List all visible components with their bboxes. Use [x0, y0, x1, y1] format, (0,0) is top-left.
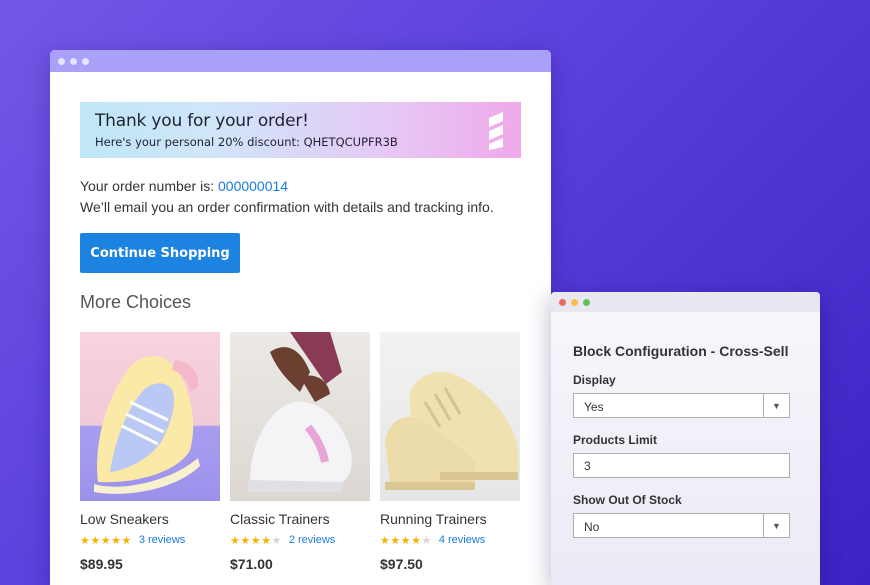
more-choices-heading: More Choices [80, 292, 192, 312]
sneaker-image-icon [385, 372, 518, 490]
order-number-link[interactable]: 000000014 [218, 178, 288, 194]
out-of-stock-select-value: No [584, 520, 600, 534]
sneaker-image-icon [94, 356, 200, 494]
product-image[interactable] [380, 332, 520, 501]
star-rating-icon: ★★★★★ [230, 533, 282, 547]
out-of-stock-select[interactable]: No ▼ [573, 513, 790, 538]
window-dot [70, 57, 77, 65]
product-rating: ★★★★★ 2 reviews [230, 533, 370, 547]
reviews-link[interactable]: 4 reviews [439, 534, 485, 546]
star-rating-icon: ★★★★★ [80, 533, 132, 547]
product-image[interactable] [230, 332, 370, 501]
display-select[interactable]: Yes ▼ [573, 393, 790, 418]
product-rating: ★★★★★ 4 reviews [380, 533, 520, 547]
config-title: Block Configuration - Cross-Sell [573, 343, 789, 359]
brand-logo-icon [489, 112, 503, 150]
close-window-icon[interactable] [559, 298, 566, 306]
products-limit-input[interactable] [573, 453, 790, 478]
window-dot [82, 57, 89, 65]
banner-discount-text: Here's your personal 20% discount: QHETQ… [95, 135, 398, 149]
reviews-link[interactable]: 3 reviews [139, 534, 185, 546]
out-of-stock-label: Show Out Of Stock [573, 493, 682, 507]
product-card[interactable]: Running Trainers ★★★★★ 4 reviews $97.50 [380, 332, 520, 572]
maximize-window-icon[interactable] [583, 298, 590, 306]
discount-banner: Thank you for your order! Here's your pe… [80, 102, 521, 158]
chevron-down-icon[interactable]: ▼ [763, 394, 789, 417]
chevron-down-icon[interactable]: ▼ [763, 514, 789, 537]
window-titlebar [551, 292, 820, 312]
product-image[interactable] [80, 332, 220, 501]
product-name[interactable]: Running Trainers [380, 511, 520, 527]
product-card[interactable]: Classic Trainers ★★★★★ 2 reviews $71.00 [230, 332, 370, 572]
star-rating-icon: ★★★★★ [380, 533, 432, 547]
reviews-link[interactable]: 2 reviews [289, 534, 335, 546]
minimize-window-icon[interactable] [571, 298, 578, 306]
sneaker-image-icon [248, 332, 352, 492]
product-name[interactable]: Classic Trainers [230, 511, 370, 527]
block-config-window: Block Configuration - Cross-Sell Display… [551, 292, 820, 585]
display-select-value: Yes [584, 400, 604, 414]
product-price: $71.00 [230, 556, 273, 572]
display-label: Display [573, 373, 616, 387]
email-note: We’ll email you an order confirmation wi… [80, 199, 494, 215]
continue-shopping-button[interactable]: Continue Shopping [80, 233, 240, 273]
product-rating: ★★★★★ 3 reviews [80, 533, 220, 547]
order-number-label: Your order number is: [80, 178, 218, 194]
product-name[interactable]: Low Sneakers [80, 511, 220, 527]
window-dot [58, 57, 65, 65]
product-card[interactable]: Low Sneakers ★★★★★ 3 reviews $89.95 [80, 332, 220, 572]
product-price: $97.50 [380, 556, 423, 572]
order-number-line: Your order number is: 000000014 [80, 178, 288, 194]
product-list: Low Sneakers ★★★★★ 3 reviews $89.95 Clas… [80, 332, 520, 572]
products-limit-label: Products Limit [573, 433, 658, 447]
window-titlebar [50, 50, 551, 72]
product-price: $89.95 [80, 556, 123, 572]
thank-you-window: Thank you for your order! Here's your pe… [50, 50, 551, 585]
banner-title: Thank you for your order! [95, 111, 309, 131]
